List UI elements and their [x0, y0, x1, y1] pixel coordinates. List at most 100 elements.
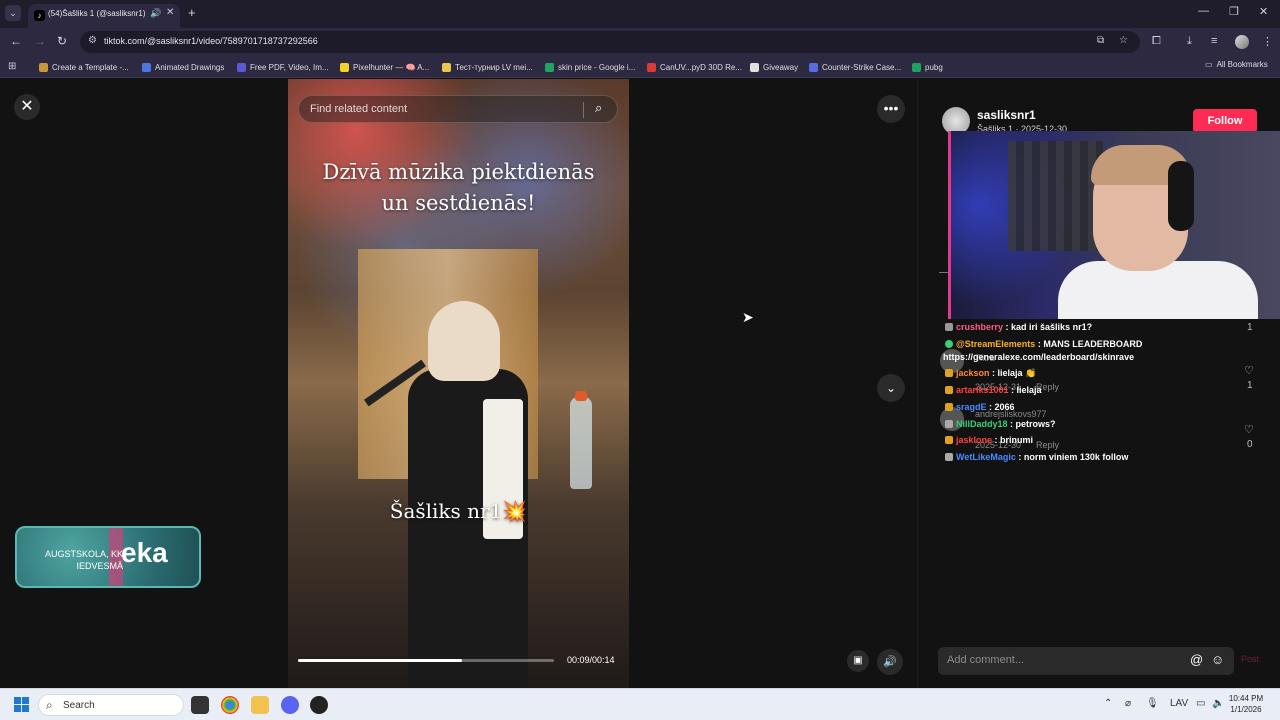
search-icon: ⌕ — [46, 698, 53, 712]
site-info-icon[interactable]: ⚙ — [88, 35, 97, 46]
address-bar[interactable]: ⚙ tiktok.com/@sasliksnr1/video/758970171… — [80, 31, 1140, 53]
badge-subtitle: AUGSTSKOLA, KK IEDVESMĀ — [27, 548, 123, 572]
bookmark-item[interactable]: Create a Template -... — [39, 60, 129, 74]
close-tab-icon[interactable]: ✕ — [166, 7, 174, 18]
back-icon[interactable]: ← — [10, 34, 22, 48]
new-tab-button[interactable]: + — [188, 5, 196, 20]
taskbar-search[interactable]: ⌕ Search — [38, 694, 184, 716]
headset-icon — [1168, 161, 1194, 231]
chat-message: jasklone : brinumi — [945, 435, 1033, 445]
chat-user: WetLikeMagic — [956, 452, 1016, 462]
file-explorer-icon[interactable] — [251, 696, 269, 714]
windows-start-icon[interactable] — [14, 697, 29, 712]
search-divider — [583, 102, 584, 118]
taskbar-search-label: Search — [63, 700, 95, 711]
bookmark-favicon — [340, 62, 349, 72]
install-app-icon[interactable]: ⧉ — [1097, 35, 1104, 46]
tiktok-video-page: ✕ Find related content ⌕ Dzīvā mūzika pi… — [0, 79, 1280, 688]
post-button[interactable]: Post — [1241, 654, 1259, 664]
comment-input[interactable]: Add comment... @ ☺ — [938, 647, 1234, 675]
video-details-panel: sasliksnr1 Šašliks 1 · 2025-12-30 Follow… — [917, 79, 1280, 688]
active-tab[interactable]: ♪ (54)Šašliks 1 (@sasliksnr1) | 🔊 ✕ — [28, 4, 180, 28]
media-control-icon[interactable]: ≡ — [1211, 35, 1217, 47]
microphone-icon[interactable]: 🎙 — [1146, 698, 1159, 709]
bookmark-favicon — [912, 62, 921, 72]
input-language[interactable]: LAV — [1170, 698, 1188, 709]
bookmark-item[interactable]: Free PDF, Video, Im... — [237, 60, 329, 74]
heart-icon[interactable]: ♡ — [1244, 423, 1254, 436]
video-progress-bar[interactable] — [298, 659, 554, 662]
bookmark-item[interactable]: CanUV...pyD 30D Re... — [647, 60, 742, 74]
apps-grid-icon[interactable]: ⊞ — [8, 61, 16, 72]
tray-chevron-icon[interactable]: ⌃ — [1104, 698, 1112, 709]
close-video-button[interactable]: ✕ — [14, 94, 40, 120]
badge-subtitle-line: IEDVESMĀ — [76, 561, 123, 571]
bookmark-favicon — [39, 62, 48, 72]
all-bookmarks-button[interactable]: ▭ All Bookmarks — [1205, 60, 1268, 69]
video-overlay-name: Šašliks nr1💥 — [389, 499, 528, 523]
related-search-input[interactable]: Find related content ⌕ — [298, 95, 618, 123]
chat-user: @StreamElements — [956, 339, 1036, 349]
badge-subtitle-line: AUGSTSKOLA, KK — [44, 549, 123, 559]
bookmark-favicon — [809, 62, 818, 72]
bookmark-item[interactable]: Pixelhunter — 🧠 A... — [340, 60, 429, 74]
chat-text: kad iri šašliks nr1? — [1011, 322, 1093, 332]
discord-icon[interactable] — [281, 696, 299, 714]
system-clock[interactable]: 10:44 PM 1/1/2026 — [1226, 693, 1266, 715]
search-icon[interactable]: ⌕ — [595, 100, 602, 116]
tab-search-button[interactable]: ⌄ — [5, 5, 21, 21]
restore-icon[interactable]: ❐ — [1229, 5, 1239, 18]
minimize-icon[interactable]: — — [1198, 5, 1209, 17]
chat-message: crushberry : kad iri šašliks nr1? — [945, 322, 1092, 332]
url-text[interactable]: tiktok.com/@sasliksnr1/video/75897017187… — [104, 36, 318, 46]
tab-title: (54)Šašliks 1 (@sasliksnr1) | — [48, 9, 148, 18]
comment-like-count: 1 — [1247, 380, 1253, 391]
network-icon[interactable]: ⌀ — [1125, 698, 1131, 709]
emoji-icon[interactable]: ☺ — [1211, 652, 1224, 667]
heart-icon[interactable]: ♡ — [1244, 364, 1254, 377]
follow-button[interactable]: Follow — [1193, 109, 1257, 133]
window-close-icon[interactable]: ✕ — [1259, 5, 1268, 18]
chat-badge-icon — [945, 323, 953, 331]
bookmark-item[interactable]: Animated Drawings — [142, 60, 224, 74]
video-progress-fill — [298, 659, 462, 662]
tab-strip: ⌄ ♪ (54)Šašliks 1 (@sasliksnr1) | 🔊 ✕ + … — [0, 0, 1280, 28]
more-options-icon[interactable]: ••• — [877, 95, 905, 123]
browser-menu-icon[interactable]: ⋮ — [1262, 35, 1273, 48]
bookmark-item[interactable]: Тест-турнир LV mei... — [442, 60, 533, 74]
chat-text: MANS LEADERBOARD — [1043, 339, 1143, 349]
obs-icon[interactable] — [310, 696, 328, 714]
video-frame-hair — [428, 301, 500, 381]
chat-text: lielaja 👏 — [997, 368, 1037, 378]
speaker-icon[interactable]: 🔈 — [1212, 698, 1224, 709]
next-video-chevron-icon[interactable]: ⌄ — [877, 374, 905, 402]
picture-in-picture-icon[interactable]: ▣ — [847, 650, 869, 672]
profile-avatar[interactable] — [1235, 35, 1249, 49]
windows-taskbar: ⌕ Search ⌃ ⌀ 🎙 LAV ▭ 🔈 10:44 PM 1/1/2026 — [0, 688, 1280, 720]
related-search-placeholder: Find related content — [310, 103, 408, 115]
extensions-icon[interactable]: ⧠ — [1152, 35, 1161, 48]
speaker-icon[interactable]: 🔊 — [150, 8, 161, 19]
chat-user: crushberry — [956, 322, 1004, 332]
bookmark-item[interactable]: Counter-Strike Case... — [809, 60, 901, 74]
bookmark-star-icon[interactable]: ☆ — [1119, 35, 1128, 46]
bookmark-item[interactable]: pubg — [912, 60, 943, 74]
volume-icon[interactable]: 🔊 — [877, 649, 903, 675]
download-icon[interactable]: ⤓ — [1187, 35, 1192, 48]
task-view-icon[interactable] — [191, 696, 209, 714]
chat-message: sragdE : 2066 — [945, 402, 1015, 412]
browser-toolbar: ← → ↻ ⚙ tiktok.com/@sasliksnr1/video/758… — [0, 28, 1280, 56]
webcam-foam-panel — [1008, 141, 1103, 251]
bookmark-item[interactable]: skin price - Google i... — [545, 60, 635, 74]
video-caption-line: Dzīvā mūzika piektdienās — [322, 160, 595, 184]
author-username[interactable]: sasliksnr1 — [977, 108, 1036, 122]
display-icon[interactable]: ▭ — [1196, 698, 1205, 709]
chrome-icon[interactable] — [221, 696, 239, 714]
video-player[interactable]: Find related content ⌕ Dzīvā mūzika piek… — [288, 79, 629, 688]
bookmark-item[interactable]: Giveaway — [750, 60, 798, 74]
comment-reply[interactable]: Reply — [1036, 440, 1059, 450]
mention-icon[interactable]: @ — [1190, 652, 1203, 667]
chat-badge-icon — [945, 403, 953, 411]
reload-icon[interactable]: ↻ — [57, 34, 67, 48]
forward-icon[interactable]: → — [34, 34, 46, 48]
